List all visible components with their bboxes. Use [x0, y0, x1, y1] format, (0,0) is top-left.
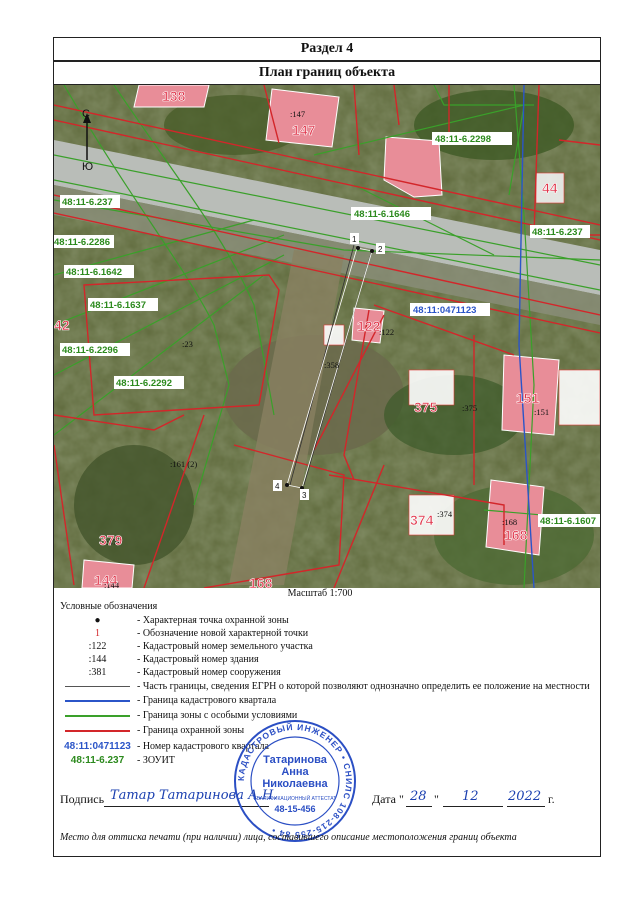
compass-south: Ю	[82, 161, 93, 173]
section-title: Раздел 4	[53, 37, 601, 61]
zone-label: 48:11-6.2292	[116, 378, 172, 389]
date-quote-open: "	[399, 792, 404, 806]
zone-label: 48:11-6.2298	[435, 134, 491, 145]
legend-symbol-quarter: 48:11:0471123	[64, 741, 131, 752]
legend-symbol-number: 1	[95, 628, 100, 639]
parcel-label: :122	[379, 327, 394, 337]
zone-label: 48:11-6.2286	[54, 237, 110, 248]
parcel-label: :151	[534, 407, 549, 417]
point-label: 2	[378, 245, 383, 254]
building-number: 44	[542, 180, 558, 196]
parcel-label: :374	[437, 509, 453, 519]
legend-symbol-zouit: 48:11-6.237	[70, 755, 125, 766]
building-number: 151	[516, 390, 540, 406]
stamp-name-1: Татаринова	[263, 754, 328, 766]
building-number: 168	[249, 575, 273, 588]
legend-symbol-point: ●	[94, 615, 101, 626]
legend-line-zone	[65, 715, 130, 717]
building-number: 168	[504, 527, 528, 543]
legend-symbol-structure: :381	[88, 667, 107, 678]
aerial-map: С Ю 48:11-6.2298 48:11-6.237 48:11-6.164…	[54, 85, 600, 588]
legend-line-egrn	[65, 686, 130, 687]
zone-label: 48:11-6.1607	[540, 516, 596, 527]
building-number: 374	[410, 512, 434, 528]
building-number: 375	[414, 399, 438, 415]
zone-label: 48:11-6.1637	[90, 300, 146, 311]
signature-label: Подпись	[60, 792, 105, 806]
point-label: 1	[352, 235, 357, 244]
date-label: Дата	[372, 792, 396, 806]
building-number: 379	[99, 532, 123, 548]
date-quote-close: "	[434, 792, 439, 806]
quarter-label: 48:11:0471123	[413, 305, 476, 316]
zone-label: 48:11-6.1646	[354, 209, 410, 220]
date-month: 12	[462, 789, 479, 804]
legend-title: Условные обозначения	[60, 601, 158, 612]
month-line	[443, 806, 503, 807]
compass-north: С	[82, 108, 90, 120]
parcel-label: :147	[290, 109, 305, 119]
parcel-label: :358	[324, 360, 339, 370]
stamp-small-text: КВАЛИФИКАЦИОННЫЙ АТТЕСТАТ	[254, 794, 337, 802]
date-year: 2022	[508, 789, 542, 804]
plan-title: План границ объекта	[53, 61, 601, 85]
point-label: 3	[302, 491, 307, 500]
building-number: 138	[162, 88, 186, 104]
engineer-stamp: КАДАСТРОВЫЙ ИНЖЕНЕР • СНИЛС 108-215-255 …	[232, 718, 358, 844]
stamp-number: 48-15-456	[274, 804, 315, 814]
legend-line-quarter	[65, 700, 130, 702]
legend-line-protection	[65, 730, 130, 732]
parcel-label: :168	[502, 517, 517, 527]
footer-note: Место для оттиска печати (при наличии) л…	[60, 832, 517, 843]
map-scale: Масштаб 1:700	[287, 588, 353, 599]
zone-label: 48:11-6.2296	[62, 345, 118, 356]
zone-label: 48:11-6.237	[62, 197, 113, 208]
year-line	[507, 806, 545, 807]
parcel-label: :161 (2)	[170, 459, 197, 469]
stamp-name-2: Анна	[281, 766, 309, 778]
legend-symbol-parcel: :122	[88, 641, 107, 652]
day-line	[406, 806, 432, 807]
building-number: 42	[54, 317, 70, 333]
building-number: 144	[94, 572, 118, 588]
zone-label: 48:11-6.237	[532, 227, 583, 238]
building-number: 122	[357, 318, 381, 334]
parcel-label: :375	[462, 403, 477, 413]
building-number: 147	[292, 122, 316, 138]
point-label: 4	[275, 482, 280, 491]
legend-symbol-building: :144	[88, 654, 107, 665]
date-day: 28	[410, 789, 427, 804]
date-year-suffix: г.	[548, 792, 555, 806]
parcel-label: :23	[182, 339, 193, 349]
stamp-name-3: Николаевна	[262, 778, 328, 790]
zone-label: 48:11-6.1642	[66, 267, 122, 278]
